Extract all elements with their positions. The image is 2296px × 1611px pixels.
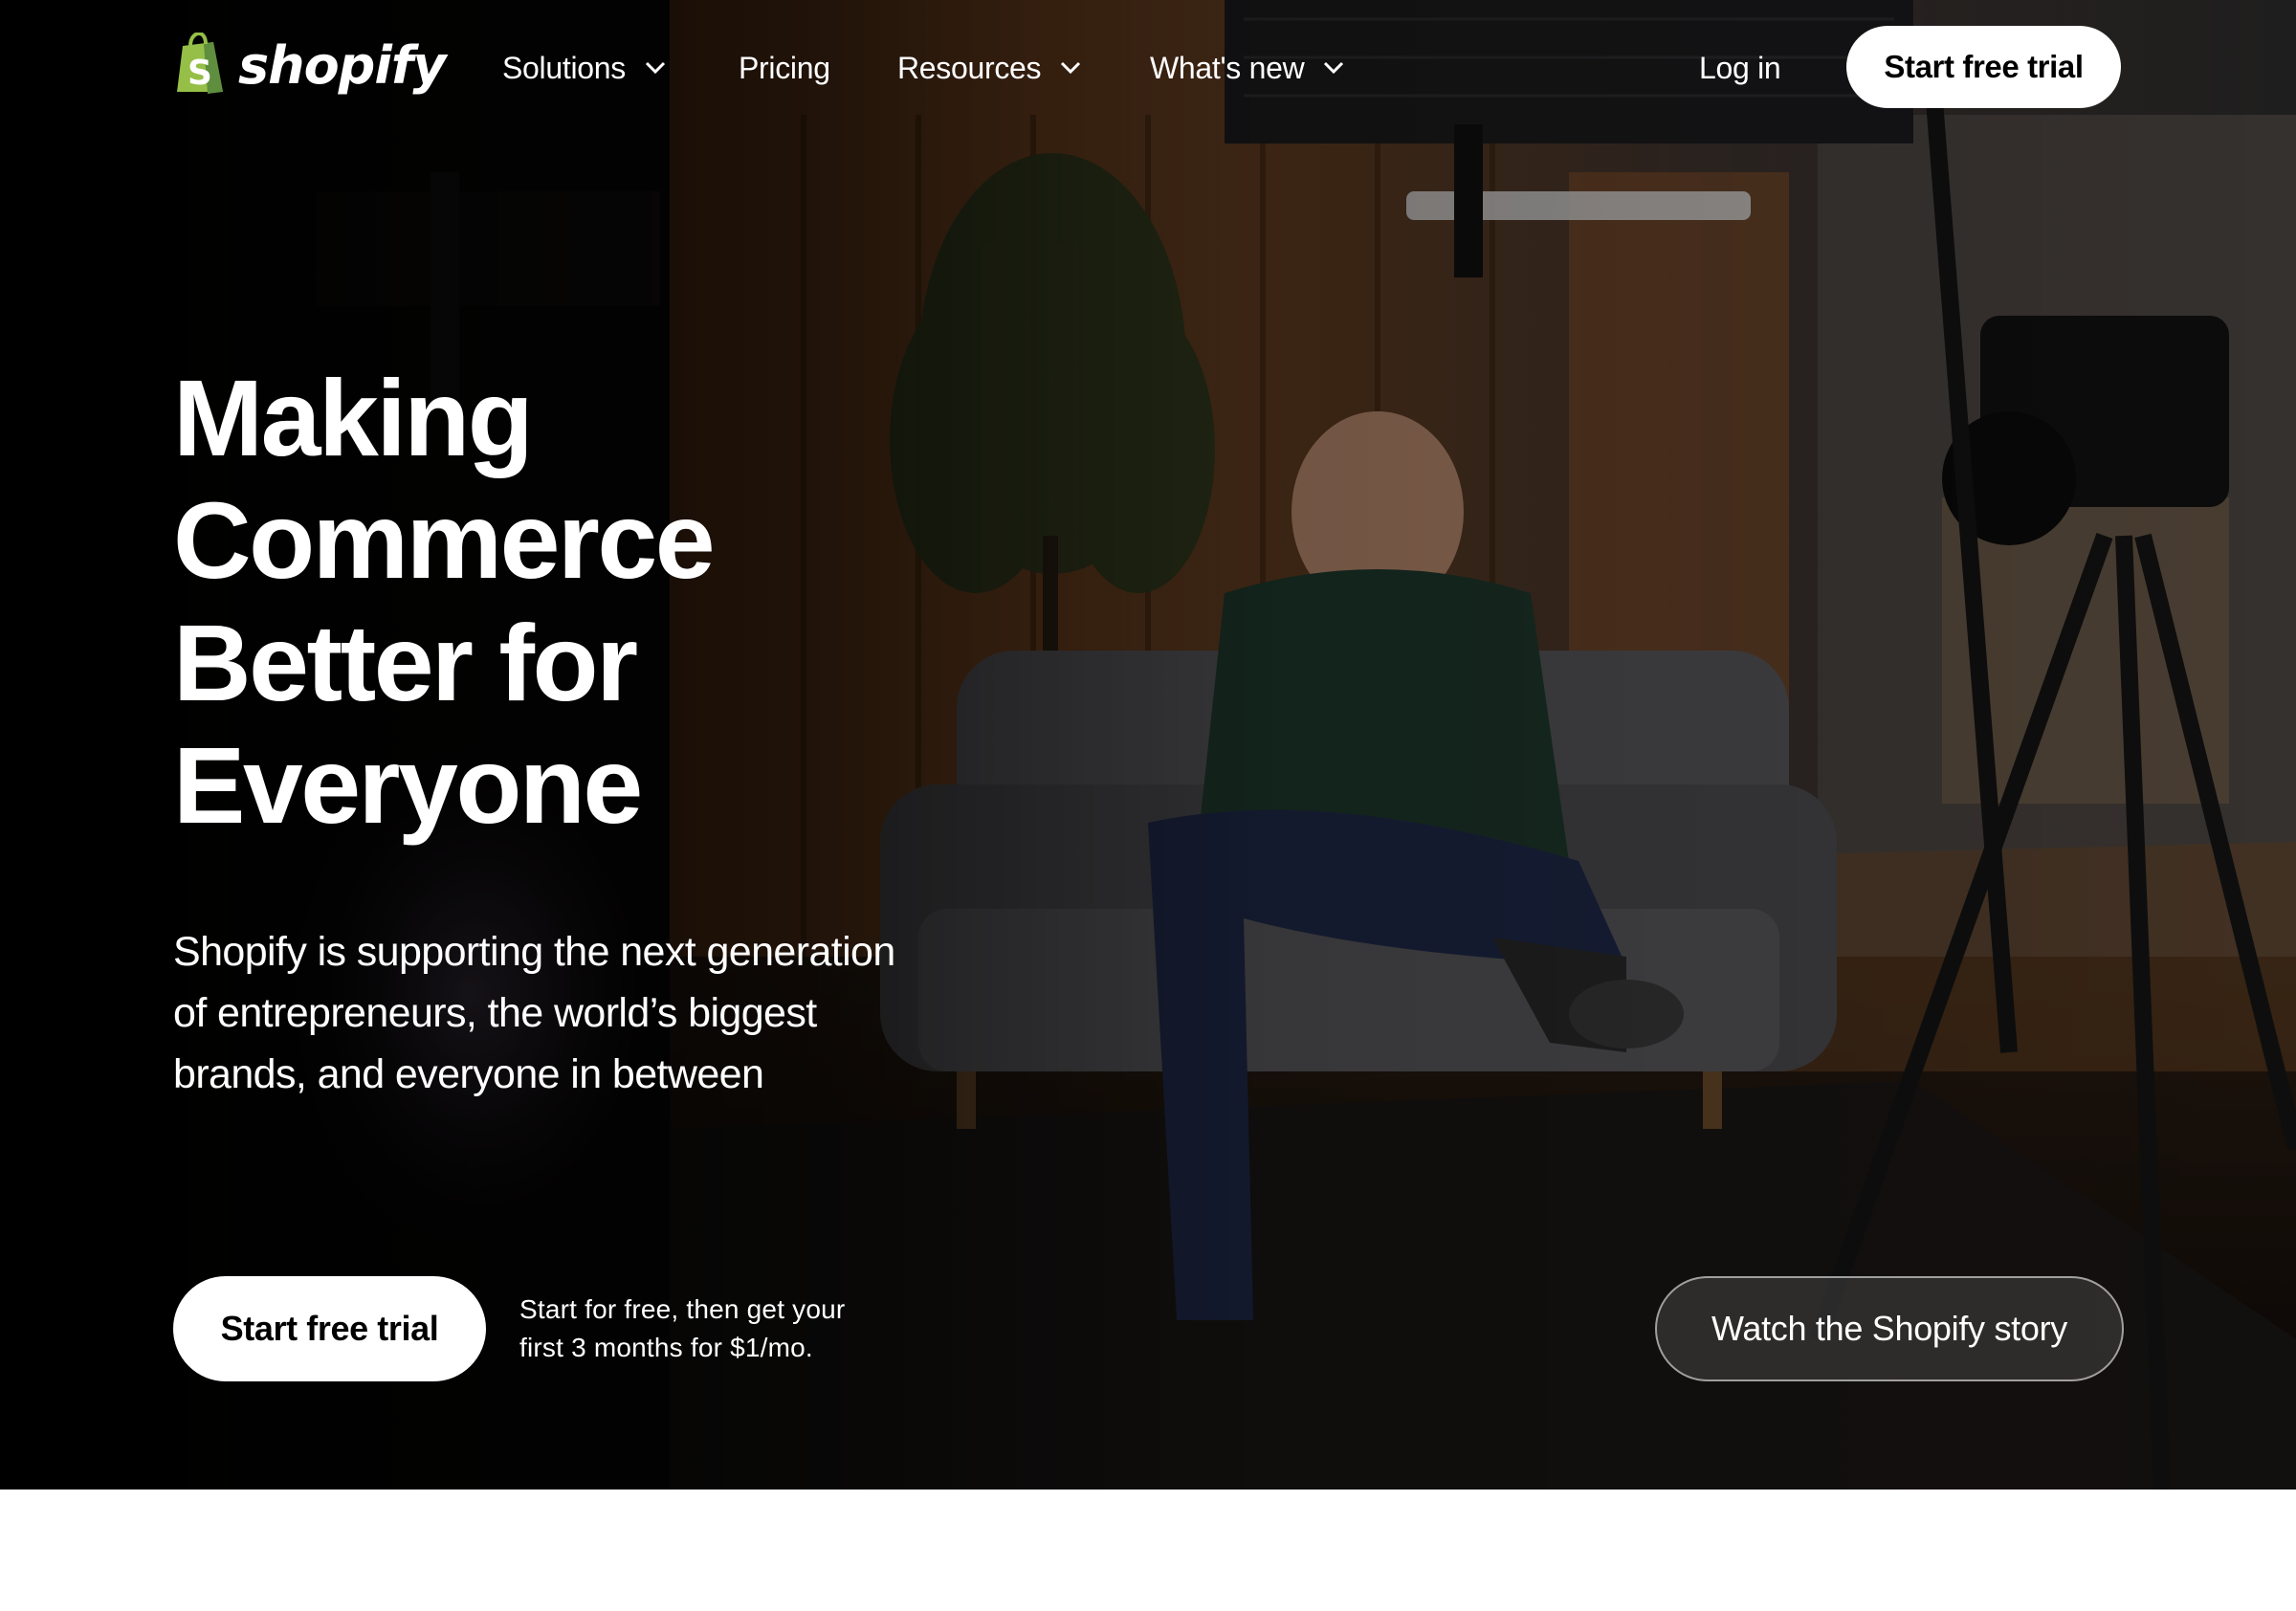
nav-whats-new[interactable]: What's new bbox=[1150, 44, 1344, 92]
chevron-down-icon bbox=[645, 61, 666, 75]
nav-pricing[interactable]: Pricing bbox=[739, 44, 830, 92]
chevron-down-icon bbox=[1323, 61, 1344, 75]
nav-resources[interactable]: Resources bbox=[897, 44, 1081, 92]
hero-headline: Making Commerce Better for Everyone bbox=[173, 357, 1034, 847]
trial-offer-line: Start for free, then get your bbox=[519, 1294, 846, 1324]
logo-wordmark: shopify bbox=[238, 35, 447, 96]
nav-solutions[interactable]: Solutions bbox=[502, 44, 666, 92]
trial-offer-line: first 3 months for $1/mo. bbox=[519, 1333, 813, 1362]
subtext-line: Shopify is supporting the next generatio… bbox=[173, 929, 895, 975]
nav-start-free-trial-button[interactable]: Start free trial bbox=[1846, 26, 2121, 108]
shopping-bag-icon: S bbox=[173, 31, 229, 100]
svg-text:S: S bbox=[188, 54, 212, 93]
chevron-down-icon bbox=[1060, 61, 1081, 75]
headline-line: Better for bbox=[173, 603, 638, 723]
below-hero-section bbox=[0, 1490, 2296, 1611]
nav-whats-new-label: What's new bbox=[1150, 50, 1305, 85]
hero-start-free-trial-button[interactable]: Start free trial bbox=[173, 1276, 486, 1381]
nav-solutions-label: Solutions bbox=[502, 50, 626, 85]
headline-line: Commerce bbox=[173, 480, 716, 601]
subtext-line: of entrepreneurs, the world’s biggest bbox=[173, 990, 817, 1036]
nav-resources-label: Resources bbox=[897, 50, 1042, 85]
trial-offer-note: Start for free, then get your first 3 mo… bbox=[519, 1291, 902, 1367]
top-navigation: S shopify Solutions Pricing Resources Wh… bbox=[0, 0, 2296, 139]
hero-subtext: Shopify is supporting the next generatio… bbox=[173, 921, 967, 1105]
subtext-line: brands, and everyone in between bbox=[173, 1051, 764, 1097]
login-link[interactable]: Log in bbox=[1699, 44, 1781, 92]
hero-section: S shopify Solutions Pricing Resources Wh… bbox=[0, 0, 2296, 1490]
shopify-logo[interactable]: S shopify bbox=[173, 31, 447, 100]
nav-pricing-label: Pricing bbox=[739, 50, 830, 85]
watch-shopify-story-button[interactable]: Watch the Shopify story bbox=[1655, 1276, 2124, 1381]
headline-line: Everyone bbox=[173, 725, 643, 846]
headline-line: Making bbox=[173, 358, 534, 478]
